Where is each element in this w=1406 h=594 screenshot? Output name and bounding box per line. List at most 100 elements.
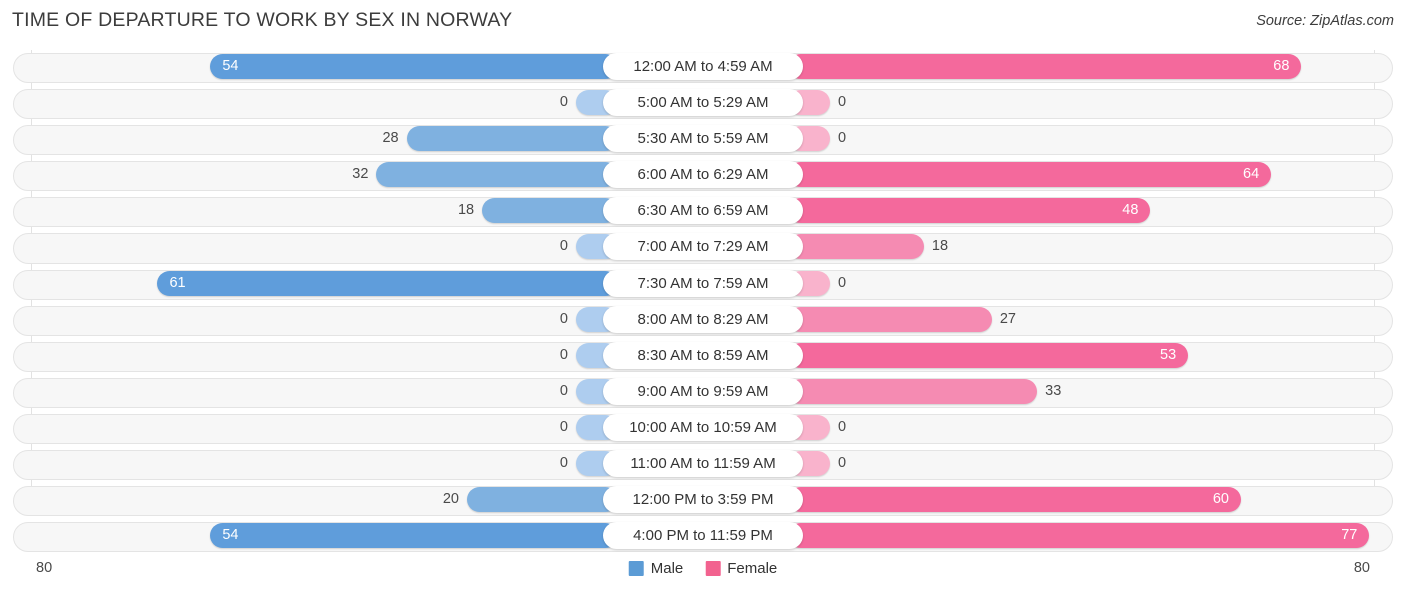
bar-rows: 54 68 12:00 AM to 4:59 AM 0 0 5:00 AM to 5:29…	[0, 50, 1406, 555]
chart-footer: 80 Male Female 80	[0, 556, 1406, 594]
category-label: 8:00 AM to 8:29 AM	[603, 305, 803, 333]
male-value-label: 32	[352, 166, 369, 183]
male-half: 61	[14, 270, 618, 296]
female-bar[interactable]: 33	[788, 378, 1061, 404]
female-value-label: 68	[1273, 58, 1290, 74]
bar-row: 0 27 8:00 AM to 8:29 AM	[0, 303, 1406, 339]
bar-row: 0 0 5:00 AM to 5:29 AM	[0, 86, 1406, 122]
female-value-label: 0	[838, 274, 847, 291]
female-half: 77	[788, 523, 1392, 549]
category-label: 12:00 AM to 4:59 AM	[603, 53, 803, 80]
category-label: 6:30 AM to 6:59 AM	[603, 197, 803, 225]
female-half: 33	[788, 378, 1392, 404]
legend-swatch-icon	[628, 561, 644, 576]
chart-legend: Male Female	[628, 560, 777, 577]
category-label: 8:30 AM to 8:59 AM	[603, 341, 803, 369]
male-bar[interactable]: 18	[458, 198, 618, 224]
legend-label: Female	[727, 560, 778, 577]
female-bar[interactable]: 27	[788, 306, 1016, 332]
bar-row: 0 0 11:00 AM to 11:59 AM	[0, 447, 1406, 483]
female-half: 64	[788, 162, 1392, 188]
male-bar[interactable]: 32	[352, 162, 618, 188]
legend-label: Male	[650, 560, 684, 577]
female-value-label: 53	[1160, 346, 1177, 363]
category-label: 12:00 PM to 3:59 PM	[603, 486, 803, 514]
female-value-label: 18	[931, 238, 949, 255]
page-title: TIME OF DEPARTURE TO WORK BY SEX IN NORW…	[12, 9, 513, 31]
male-bar[interactable]: 28	[382, 126, 618, 152]
female-value-label: 77	[1341, 527, 1358, 544]
male-bar[interactable]: 54	[210, 523, 618, 549]
female-value-label: 0	[838, 130, 847, 147]
bar-row: 61 0 7:30 AM to 7:59 AM	[0, 267, 1406, 303]
female-half: 0	[788, 270, 1392, 296]
chart-page: TIME OF DEPARTURE TO WORK BY SEX IN NORW…	[0, 0, 1406, 594]
male-value-label: 0	[559, 382, 568, 399]
female-bar[interactable]: 60	[788, 487, 1241, 513]
female-bar[interactable]: 48	[788, 198, 1151, 224]
category-label: 10:00 AM to 10:59 AM	[603, 413, 803, 441]
male-bar[interactable]: 61	[157, 270, 618, 296]
category-label: 7:00 AM to 7:29 AM	[603, 233, 803, 261]
chart-header: TIME OF DEPARTURE TO WORK BY SEX IN NORW…	[0, 0, 1406, 44]
female-half: 53	[788, 342, 1392, 368]
female-half: 60	[788, 487, 1392, 513]
category-label: 7:30 AM to 7:59 AM	[603, 269, 803, 297]
male-bar[interactable]: 54	[210, 54, 618, 79]
female-half: 48	[788, 198, 1392, 224]
bar-row: 18 48 6:30 AM to 6:59 AM	[0, 194, 1406, 230]
category-label: 11:00 AM to 11:59 AM	[603, 450, 803, 478]
plot-area: 54 68 12:00 AM to 4:59 AM 0 0 5:00 AM to 5:29…	[0, 50, 1406, 556]
male-half: 0	[14, 234, 618, 260]
male-half: 20	[14, 487, 618, 513]
male-half: 0	[14, 451, 618, 477]
bar-row: 54 77 4:00 PM to 11:59 PM	[0, 519, 1406, 555]
male-half: 0	[14, 342, 618, 368]
female-half: 0	[788, 414, 1392, 440]
female-bar[interactable]: 64	[788, 162, 1272, 188]
female-value-label: 0	[838, 455, 847, 472]
male-value-label: 54	[222, 58, 239, 74]
male-value-label: 28	[382, 130, 399, 147]
female-half: 0	[788, 126, 1392, 152]
female-half: 68	[788, 54, 1392, 79]
male-value-label: 0	[559, 94, 568, 111]
female-half: 18	[788, 234, 1392, 260]
category-label: 5:00 AM to 5:29 AM	[603, 89, 803, 117]
female-half: 0	[788, 90, 1392, 116]
legend-swatch-icon	[705, 561, 721, 576]
male-value-label: 0	[559, 418, 568, 435]
bar-row: 0 53 8:30 AM to 8:59 AM	[0, 339, 1406, 375]
axis-max-left: 80	[36, 560, 53, 576]
bar-row: 0 18 7:00 AM to 7:29 AM	[0, 230, 1406, 266]
legend-item[interactable]: Male	[628, 560, 684, 577]
legend-item[interactable]: Female	[705, 560, 777, 577]
male-half: 0	[14, 414, 618, 440]
bar-row: 20 60 12:00 PM to 3:59 PM	[0, 483, 1406, 519]
female-value-label: 64	[1243, 166, 1260, 183]
bar-row: 0 33 9:00 AM to 9:59 AM	[0, 375, 1406, 411]
female-bar[interactable]: 68	[788, 54, 1302, 79]
female-bar[interactable]: 53	[788, 342, 1189, 368]
male-half: 0	[14, 306, 618, 332]
male-half: 54	[14, 523, 618, 549]
male-value-label: 0	[559, 310, 568, 327]
bar-row: 0 0 10:00 AM to 10:59 AM	[0, 411, 1406, 447]
male-value-label: 0	[559, 238, 568, 255]
female-half: 27	[788, 306, 1392, 332]
category-label: 9:00 AM to 9:59 AM	[603, 377, 803, 405]
male-value-label: 61	[169, 274, 186, 291]
female-value-label: 0	[838, 418, 847, 435]
bar-row: 54 68 12:00 AM to 4:59 AM	[0, 50, 1406, 86]
female-bar[interactable]: 18	[788, 234, 948, 260]
bar-row: 32 64 6:00 AM to 6:29 AM	[0, 158, 1406, 194]
male-half: 0	[14, 378, 618, 404]
female-bar[interactable]: 77	[788, 523, 1370, 549]
male-value-label: 18	[457, 202, 475, 219]
female-value-label: 48	[1122, 202, 1139, 219]
category-label: 5:30 AM to 5:59 AM	[603, 125, 803, 153]
male-half: 28	[14, 126, 618, 152]
male-value-label: 20	[442, 491, 459, 508]
female-value-label: 27	[999, 310, 1016, 327]
male-bar[interactable]: 20	[443, 487, 618, 513]
